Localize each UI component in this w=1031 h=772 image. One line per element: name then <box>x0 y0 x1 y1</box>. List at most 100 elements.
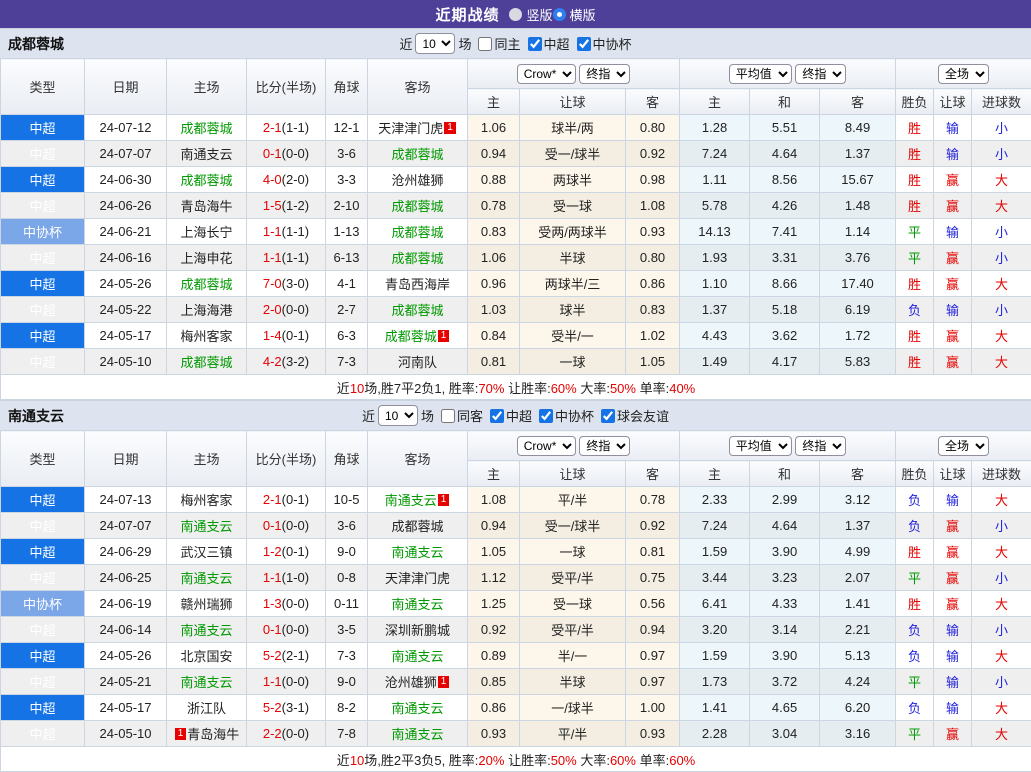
filter-checkbox-中超[interactable]: 中超 <box>490 406 532 425</box>
handicap-result-cell: 输 <box>934 669 972 695</box>
checkbox-input[interactable] <box>490 409 504 423</box>
score-cell: 0-1(0-0) <box>247 141 326 167</box>
winloss-cell: 平 <box>896 669 934 695</box>
match-type-cell: 中超 <box>1 245 85 271</box>
goals-result-cell: 小 <box>972 115 1031 141</box>
summary-text: 50% <box>551 753 577 768</box>
bookmaker-select[interactable]: Crow* <box>517 64 576 84</box>
team-label: 深圳新鹏城 <box>385 623 450 638</box>
filter-checkbox-中超[interactable]: 中超 <box>528 34 570 53</box>
home-team-cell: 上海长宁 <box>167 219 247 245</box>
europe-odds-cell: 7.24 <box>680 141 750 167</box>
first-leg-badge: 1 <box>175 728 187 740</box>
col-header-7: 让球 <box>520 461 626 487</box>
away-team-cell: 成都蓉城1 <box>368 323 468 349</box>
asia-odds-cell: 1.05 <box>468 539 520 565</box>
handicap-result-cell: 输 <box>934 115 972 141</box>
asia-odds-cell: 0.97 <box>626 643 680 669</box>
fulltime-score: 2-1 <box>263 492 282 507</box>
europe-odds-cell: 2.33 <box>680 487 750 513</box>
fullmatch-select[interactable]: 全场 <box>938 436 989 456</box>
handicap-final-select[interactable]: 终指 <box>579 436 630 456</box>
home-team-cell: 梅州客家 <box>167 323 247 349</box>
handicap-result-cell: 输 <box>934 219 972 245</box>
match-date-cell: 24-05-17 <box>85 323 167 349</box>
winloss-cell: 平 <box>896 565 934 591</box>
checkbox-input[interactable] <box>528 37 542 51</box>
winloss-cell: 胜 <box>896 591 934 617</box>
layout-radio-vertical[interactable]: 竖版 <box>509 5 552 24</box>
team-label: 成都蓉城 <box>391 303 443 318</box>
winloss-cell: 负 <box>896 513 934 539</box>
team-label: 南通支云 <box>180 623 232 638</box>
team-label: 赣州瑞狮 <box>180 597 232 612</box>
team-section: 南通支云近10场同客中超中协杯球会友谊类型日期主场比分(半场)角球客场Crow*… <box>0 400 1031 772</box>
team-label: 沧州雄狮 <box>391 173 443 188</box>
corner-cell: 7-3 <box>326 349 368 375</box>
match-date-cell: 24-06-30 <box>85 167 167 193</box>
europe-final-select[interactable]: 终指 <box>795 64 846 84</box>
handicap-final-select[interactable]: 终指 <box>579 64 630 84</box>
team-label: 北京国安 <box>180 649 232 664</box>
europe-odds-cell: 3.44 <box>680 565 750 591</box>
checkbox-input[interactable] <box>577 37 591 51</box>
col-header-9: 主 <box>680 461 750 487</box>
match-date-cell: 24-05-21 <box>85 669 167 695</box>
filter-checkbox-中协杯[interactable]: 中协杯 <box>577 34 632 53</box>
filter-checkbox-同客[interactable]: 同客 <box>441 406 483 425</box>
away-team-cell: 成都蓉城 <box>368 219 468 245</box>
bookmaker-select[interactable]: Crow* <box>517 436 576 456</box>
checkbox-input[interactable] <box>441 409 455 423</box>
europe-odds-cell: 2.07 <box>820 565 896 591</box>
team-label: 南通支云 <box>391 727 443 742</box>
away-team-cell: 河南队 <box>368 349 468 375</box>
filter-checkbox-同主[interactable]: 同主 <box>478 34 520 53</box>
summary-text: 40% <box>669 381 695 396</box>
home-team-cell: 上海海港 <box>167 297 247 323</box>
goals-result-cell: 小 <box>972 565 1031 591</box>
checkbox-input[interactable] <box>539 409 553 423</box>
match-count-select[interactable]: 10 <box>415 33 455 54</box>
europe-odds-cell: 4.33 <box>750 591 820 617</box>
page-title: 近期战绩 <box>435 4 499 25</box>
corner-cell: 2-7 <box>326 297 368 323</box>
corner-cell: 3-5 <box>326 617 368 643</box>
asia-odds-cell: 1.03 <box>468 297 520 323</box>
games-label: 场 <box>421 406 434 425</box>
fullmatch-select[interactable]: 全场 <box>938 64 989 84</box>
fulltime-score: 1-1 <box>263 570 282 585</box>
match-row: 中超24-07-07南通支云0-1(0-0)3-6成都蓉城0.94受一/球半0.… <box>1 141 1031 167</box>
halftime-score: (3-2) <box>282 354 309 369</box>
layout-radio-horizontal[interactable]: 横版 <box>553 5 596 24</box>
handicap-result-cell: 赢 <box>934 323 972 349</box>
match-count-select[interactable]: 10 <box>378 405 418 426</box>
col-header-2: 主场 <box>167 59 247 115</box>
asia-odds-cell: 两球半 <box>520 167 626 193</box>
match-type-cell: 中超 <box>1 539 85 565</box>
away-team-cell: 南通支云 <box>368 695 468 721</box>
checkbox-label: 中协杯 <box>593 34 632 53</box>
goals-result-cell: 大 <box>972 487 1031 513</box>
col-header-13: 让球 <box>934 89 972 115</box>
europe-odds-cell: 5.13 <box>820 643 896 669</box>
match-date-cell: 24-06-14 <box>85 617 167 643</box>
team-label: 梅州客家 <box>180 493 232 508</box>
asia-odds-cell: 0.94 <box>468 141 520 167</box>
asia-odds-cell: 半球 <box>520 245 626 271</box>
checkbox-input[interactable] <box>478 37 492 51</box>
europe-odds-cell: 4.64 <box>750 513 820 539</box>
match-date-cell: 24-07-12 <box>85 115 167 141</box>
col-header-8: 客 <box>626 461 680 487</box>
checkbox-input[interactable] <box>601 409 615 423</box>
fulltime-score: 5-2 <box>263 700 282 715</box>
filter-checkbox-中协杯[interactable]: 中协杯 <box>539 406 594 425</box>
asia-odds-cell: 受一/球半 <box>520 141 626 167</box>
europe-final-select[interactable]: 终指 <box>795 436 846 456</box>
away-team-cell: 南通支云 <box>368 591 468 617</box>
winloss-cell: 负 <box>896 695 934 721</box>
filter-checkbox-球会友谊[interactable]: 球会友谊 <box>601 406 669 425</box>
average-select[interactable]: 平均值 <box>729 64 792 84</box>
result-group-header: 全场 <box>896 431 1031 461</box>
average-select[interactable]: 平均值 <box>729 436 792 456</box>
match-date-cell: 24-06-21 <box>85 219 167 245</box>
